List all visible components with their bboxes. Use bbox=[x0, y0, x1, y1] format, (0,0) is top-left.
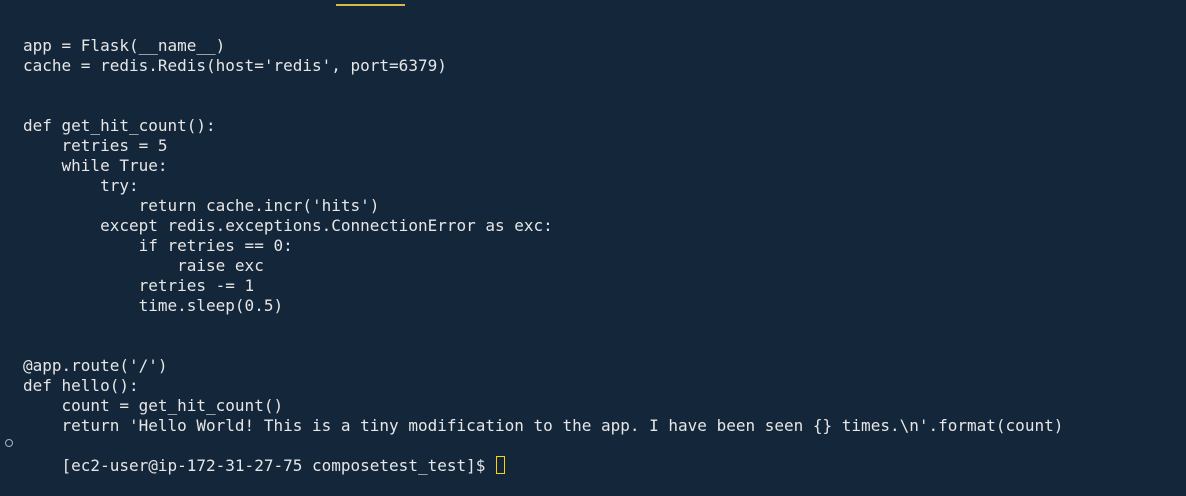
code-line: return 'Hello World! This is a tiny modi… bbox=[23, 416, 1064, 435]
code-line: raise exc bbox=[23, 256, 264, 275]
code-line: def get_hit_count(): bbox=[23, 116, 216, 135]
top-accent-bar bbox=[336, 4, 405, 6]
code-line: time.sleep(0.5) bbox=[23, 296, 284, 315]
code-line: retries -= 1 bbox=[23, 276, 255, 295]
code-line: try: bbox=[23, 176, 139, 195]
code-line: def hello(): bbox=[23, 376, 139, 395]
code-line: @app.route('/') bbox=[23, 356, 168, 375]
code-line: except redis.exceptions.ConnectionError … bbox=[23, 216, 553, 235]
code-line: while True: bbox=[23, 156, 168, 175]
code-line: if retries == 0: bbox=[23, 236, 293, 255]
shell-prompt-line[interactable]: [ec2-user@ip-172-31-27-75 composetest_te… bbox=[23, 436, 506, 475]
code-line: retries = 5 bbox=[23, 136, 168, 155]
clipped-status-fragment bbox=[1096, 462, 1184, 466]
code-line: cache = redis.Redis(host='redis', port=6… bbox=[23, 56, 447, 75]
shell-prompt: [ec2-user@ip-172-31-27-75 composetest_te… bbox=[61, 456, 496, 475]
code-line: count = get_hit_count() bbox=[23, 396, 284, 415]
block-cursor-icon[interactable] bbox=[496, 456, 506, 474]
code-line: return cache.incr('hits') bbox=[23, 196, 380, 215]
terminal-window[interactable]: app = Flask(__name__) cache = redis.Redi… bbox=[0, 0, 1186, 475]
code-line: app = Flask(__name__) bbox=[23, 36, 226, 55]
circle-outline-icon bbox=[5, 439, 13, 447]
